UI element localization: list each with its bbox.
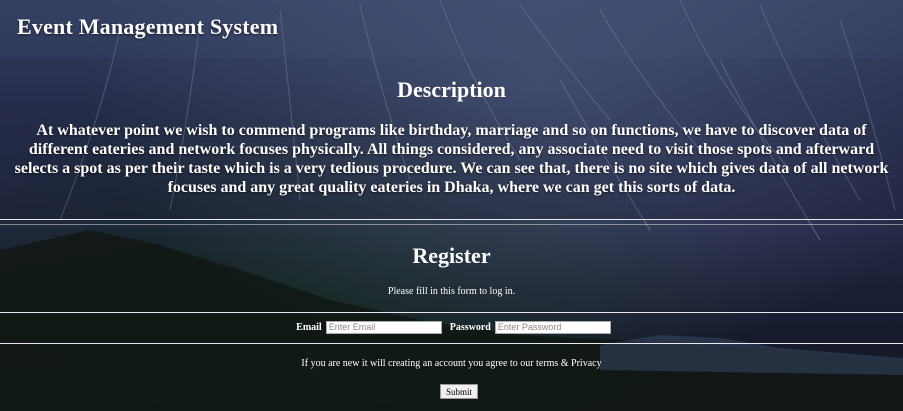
description-text: At whatever point we wish to commend pro… — [0, 121, 903, 197]
description-section: Description At whatever point we wish to… — [0, 58, 903, 219]
header-bar: Event Management System — [0, 0, 903, 58]
divider — [0, 219, 903, 220]
divider — [0, 224, 903, 225]
app-title: Event Management System — [17, 14, 279, 39]
description-line: different eateries and network focuses p… — [28, 141, 875, 158]
terms-text: If you are new it will creating an accou… — [301, 358, 602, 369]
description-heading: Description — [397, 77, 506, 102]
description-line: selects a spot as per their taste which … — [14, 160, 889, 177]
register-subtitle: Please fill in this form to log in. — [387, 286, 516, 297]
login-form-row: Email Password — [0, 319, 903, 335]
email-label: Email — [296, 321, 322, 333]
divider — [0, 312, 903, 313]
email-field[interactable] — [325, 320, 442, 334]
register-heading: Register — [412, 243, 491, 268]
password-field[interactable] — [494, 320, 611, 334]
description-line: At whatever point we wish to commend pro… — [36, 122, 867, 139]
submit-button[interactable]: Submit — [440, 384, 478, 399]
password-label: Password — [449, 321, 491, 333]
description-line: focuses and any great quality eateries i… — [167, 179, 736, 196]
divider — [0, 343, 903, 344]
